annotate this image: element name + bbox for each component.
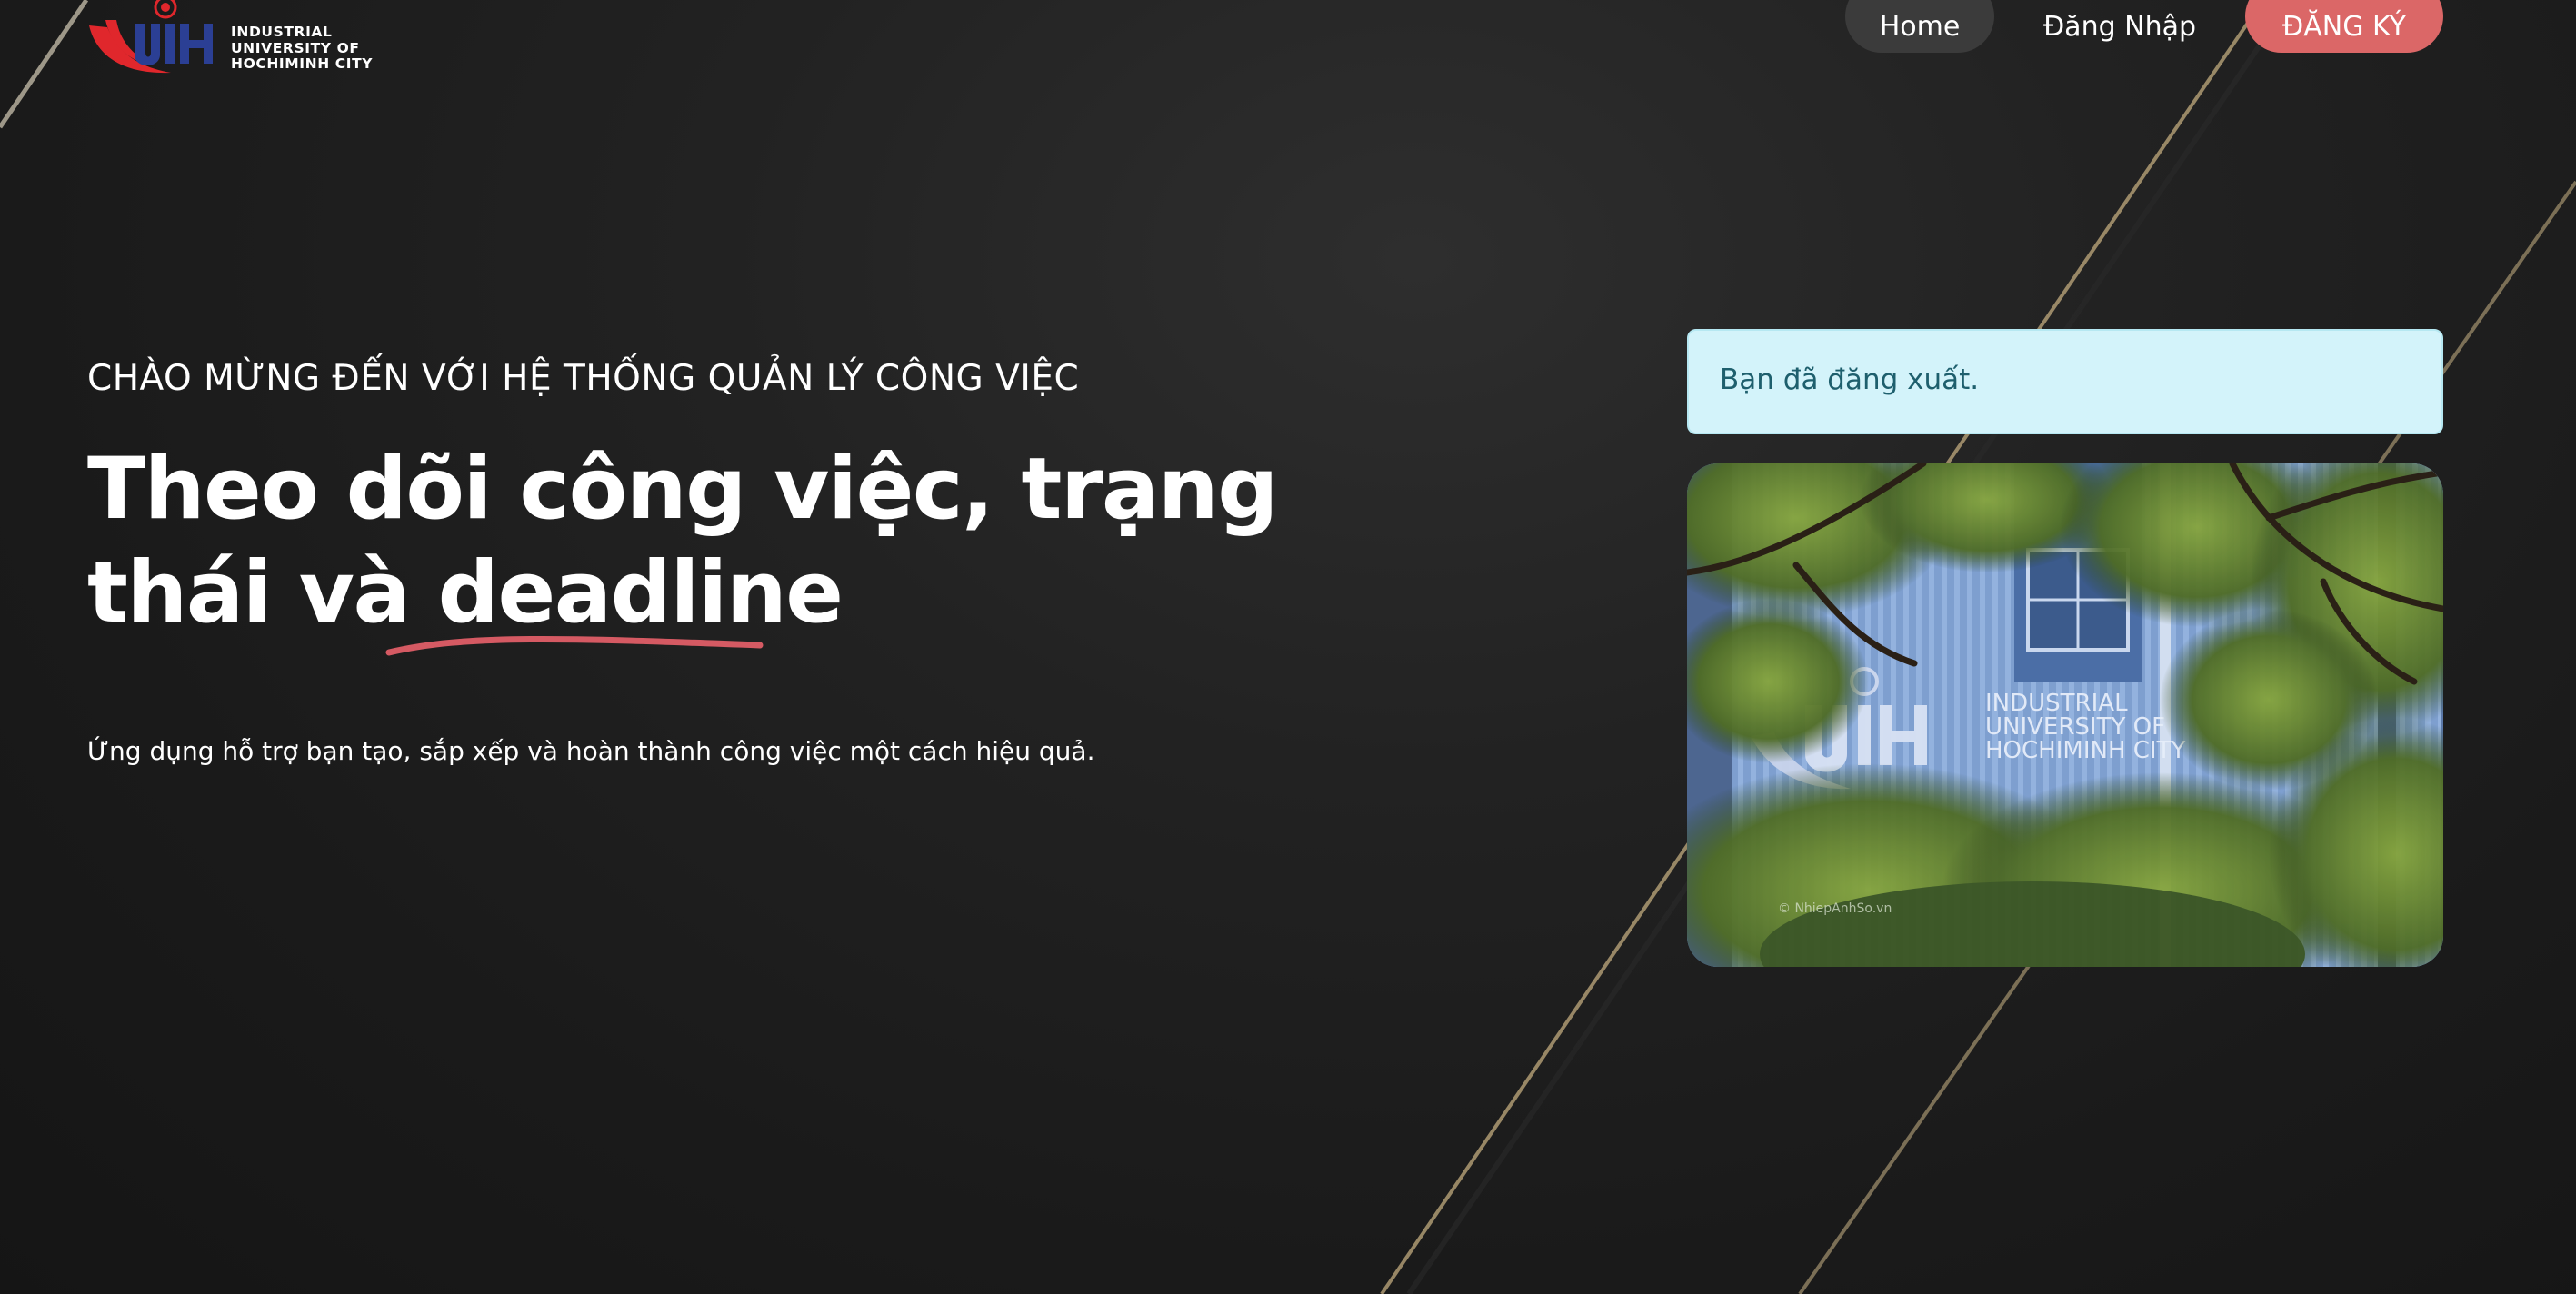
photo-watermark: © NhiepAnhSo.vn [1778,901,1892,916]
headline-line-1: Theo dõi công việc, trạng [87,440,1278,539]
university-logo[interactable]: INDUSTRIAL UNIVERSITY OF HOCHIMINH CITY [87,0,387,84]
landing-page: INDUSTRIAL UNIVERSITY OF HOCHIMINH CITY … [0,0,2576,1294]
logo-text-line: INDUSTRIAL [231,24,333,40]
hero-headline: Theo dõi công việc, trạng thái và deadli… [87,438,1278,656]
hero-subtitle: Ứng dụng hỗ trợ bạn tạo, sắp xếp và hoàn… [87,736,1095,766]
logo-emblem-icon [89,0,213,74]
logo-text-line: HOCHIMINH CITY [231,55,374,72]
logo-text: INDUSTRIAL UNIVERSITY OF HOCHIMINH CITY [231,24,374,73]
campus-sign-line: HOCHIMINH CITY [1985,737,2185,764]
headline-line-2-prefix: thái và [87,543,438,642]
headline-highlight: deadline [385,542,844,656]
nav-home-link[interactable]: Home [1845,0,1994,53]
register-button[interactable]: ĐĂNG KÝ [2245,0,2443,53]
logo-text-line: UNIVERSITY OF [231,39,360,56]
logout-alert: Bạn đã đăng xuất. [1687,329,2443,434]
campus-building-image: INDUSTRIAL UNIVERSITY OF HOCHIMINH CITY [1687,463,2443,967]
headline-highlight-text: deadline [437,543,844,642]
nav-login-link[interactable]: Đăng Nhập [2014,0,2225,53]
headline-line-2: thái và deadline [87,542,1178,656]
underline-squiggle-icon [385,635,764,656]
campus-photo: INDUSTRIAL UNIVERSITY OF HOCHIMINH CITY [1687,463,2443,967]
top-nav: Home Đăng Nhập ĐĂNG KÝ [1845,0,2443,53]
hero-eyebrow: CHÀO MỪNG ĐẾN VỚI HỆ THỐNG QUẢN LÝ CÔNG … [87,358,1080,399]
